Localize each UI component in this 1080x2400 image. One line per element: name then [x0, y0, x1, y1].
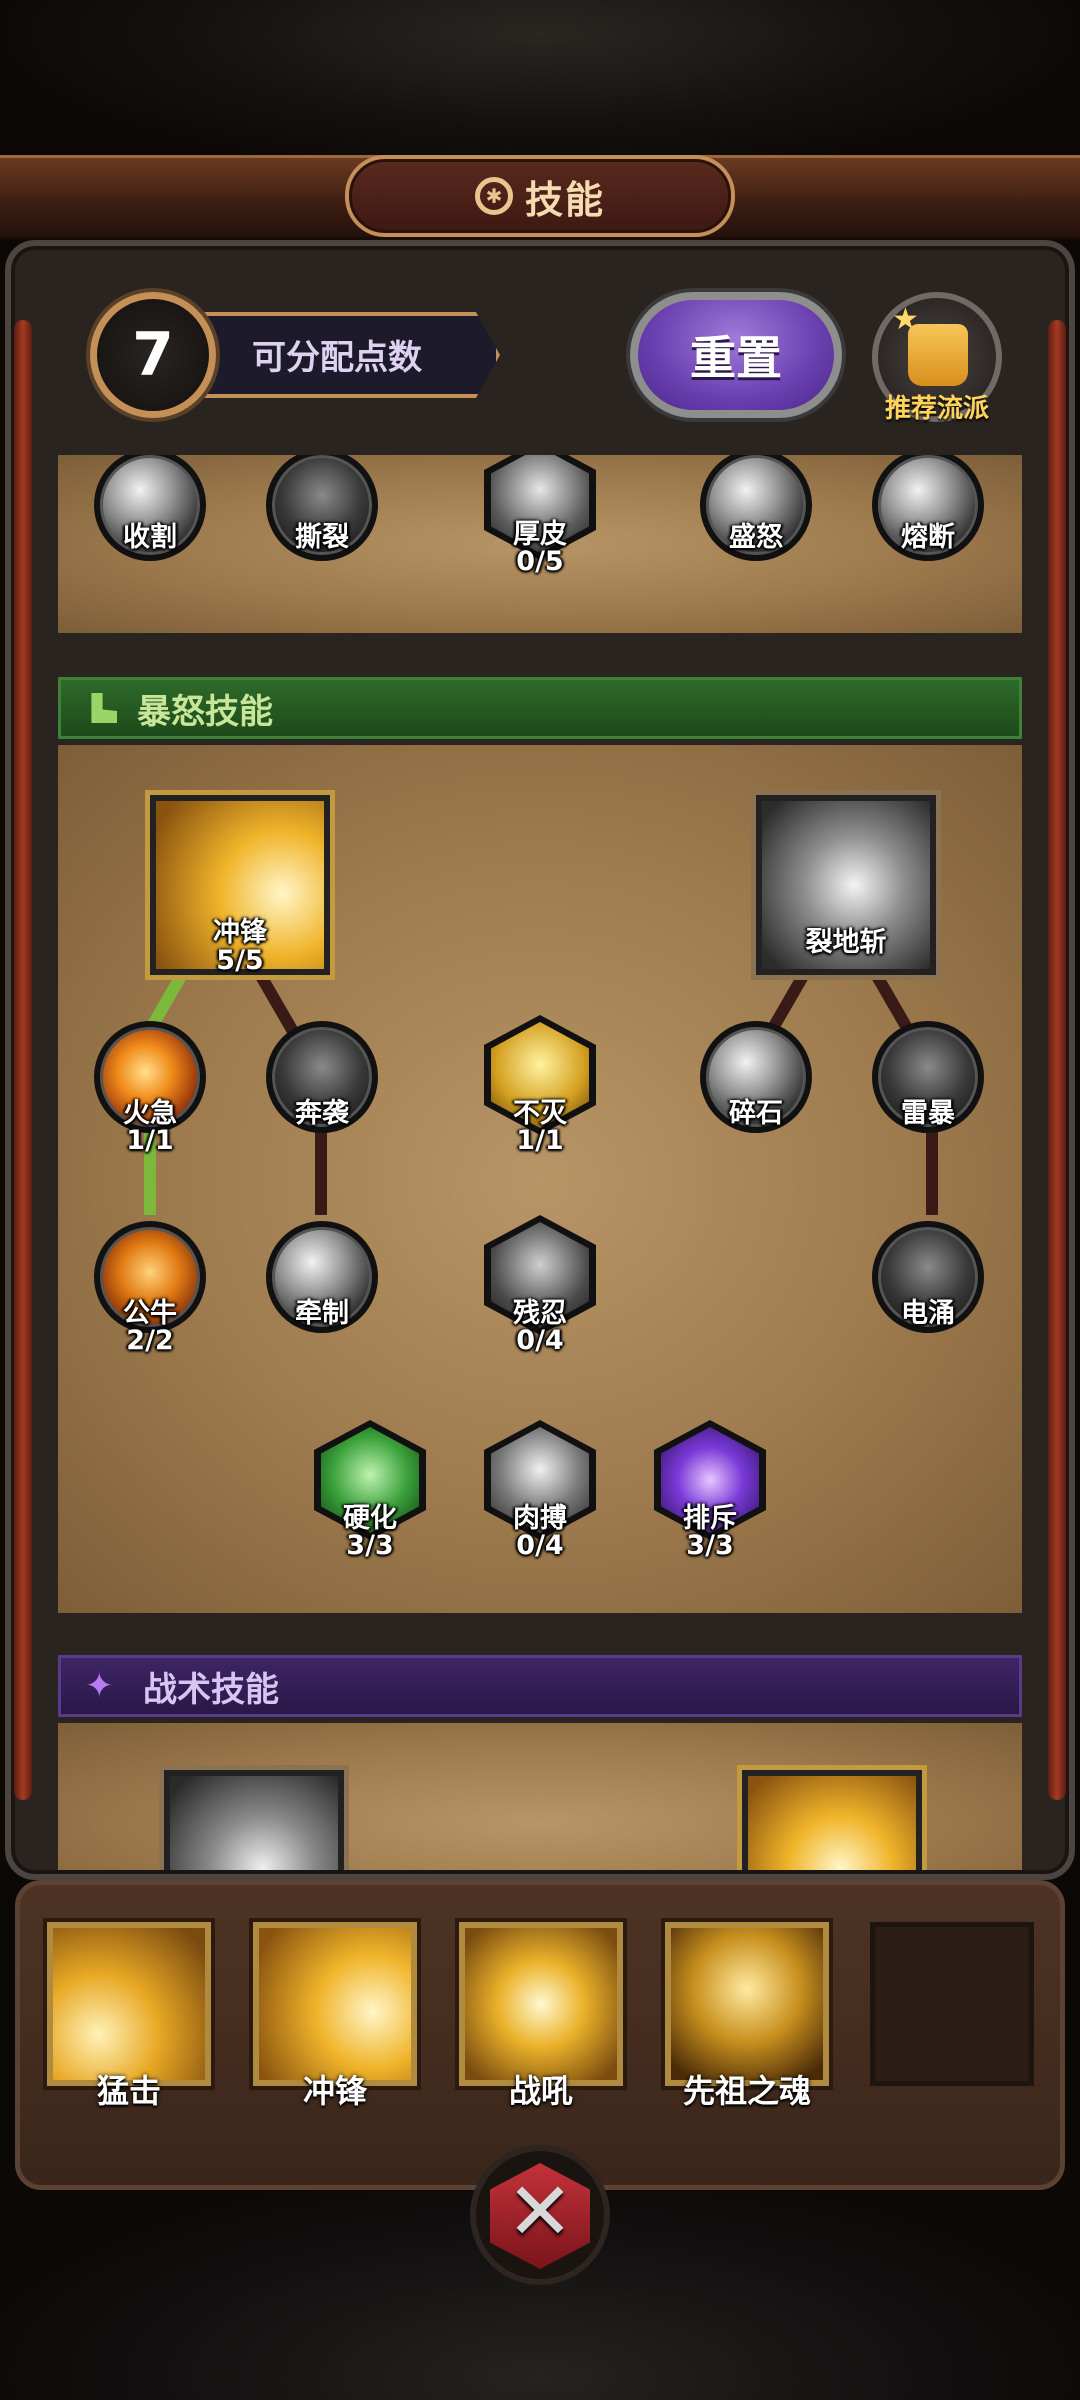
equipped-skill-label: 战吼	[508, 2072, 573, 2110]
skill-node-fury[interactable]: 盛怒	[696, 455, 816, 565]
reset-button[interactable]: 重置	[630, 292, 842, 418]
tactic-skills-header: ✦ 战术技能	[58, 1655, 1022, 1717]
title-plate: ✱ 技能	[345, 155, 735, 237]
equipped-skill-slot-1[interactable]	[47, 1922, 211, 2086]
skill-gear-icon: ✱	[474, 177, 513, 215]
equipped-skill-label: 冲锋	[302, 2072, 367, 2110]
right-frame-bar	[1048, 320, 1066, 1800]
skill-node-melee[interactable]: 肉搏 0/4	[480, 1420, 600, 1561]
equipped-skill-slot-3[interactable]	[459, 1922, 623, 2086]
skill-node-repel[interactable]: 排斥 3/3	[650, 1420, 770, 1561]
recommend-build-label[interactable]: 推荐流派	[872, 388, 1002, 425]
skill-node-haste[interactable]: 火急 1/1	[90, 1017, 210, 1156]
page-title: 技能	[524, 177, 605, 222]
equipped-skill-slot-4[interactable]	[665, 1922, 829, 2086]
equipped-skill-label: 猛击	[96, 2072, 161, 2110]
empty-skill-slot[interactable]	[870, 1922, 1034, 2086]
skill-node-bull[interactable]: 公牛 2/2	[90, 1217, 210, 1356]
skill-node-restrain[interactable]: 牵制	[262, 1217, 382, 1337]
skill-node-thick-skin[interactable]: 厚皮 0/5	[480, 455, 600, 577]
skill-node-tear[interactable]: 撕裂	[262, 455, 382, 565]
skill-node-brutal[interactable]: 残忍 0/4	[480, 1215, 600, 1356]
top-ornament	[0, 0, 1080, 170]
skill-node-thunderstorm[interactable]: 雷暴	[868, 1017, 988, 1137]
skill-node-tactic-1[interactable]	[164, 1770, 344, 1870]
left-frame-bar	[14, 320, 32, 1800]
equipped-skill-slot-2[interactable]	[253, 1922, 417, 2086]
skill-node-charge[interactable]: 冲锋 5/5	[150, 795, 330, 976]
skill-node-rubble[interactable]: 碎石	[696, 1017, 816, 1137]
boot-icon	[91, 693, 117, 723]
close-button[interactable]: ✕	[470, 2145, 610, 2285]
star-icon: ✦	[85, 1666, 114, 1706]
points-label: 可分配点数	[252, 338, 422, 378]
available-points: 7	[90, 292, 216, 418]
skill-node-earth-split[interactable]: 裂地斩	[756, 795, 936, 975]
skill-node-meltdown[interactable]: 熔断	[868, 455, 988, 565]
thumbs-up-icon	[908, 324, 968, 386]
skill-node-tactic-2[interactable]	[742, 1770, 922, 1870]
skill-node-surge[interactable]: 电涌	[868, 1217, 988, 1337]
skill-node-harden[interactable]: 硬化 3/3	[310, 1420, 430, 1561]
equipped-skill-label: 先祖之魂	[682, 2072, 811, 2110]
skill-tree-scroll[interactable]: 收割 撕裂 厚皮 0/5 盛怒 熔断 暴怒技能 冲锋 5/5 裂地斩 火急 1/…	[40, 455, 1040, 1870]
skill-node-undying[interactable]: 不灭 1/1	[480, 1015, 600, 1156]
skill-node-harvest[interactable]: 收割	[90, 455, 210, 565]
rage-skills-header: 暴怒技能	[58, 677, 1022, 739]
skill-node-rush[interactable]: 奔袭	[262, 1017, 382, 1137]
close-icon: ✕	[506, 2165, 574, 2258]
